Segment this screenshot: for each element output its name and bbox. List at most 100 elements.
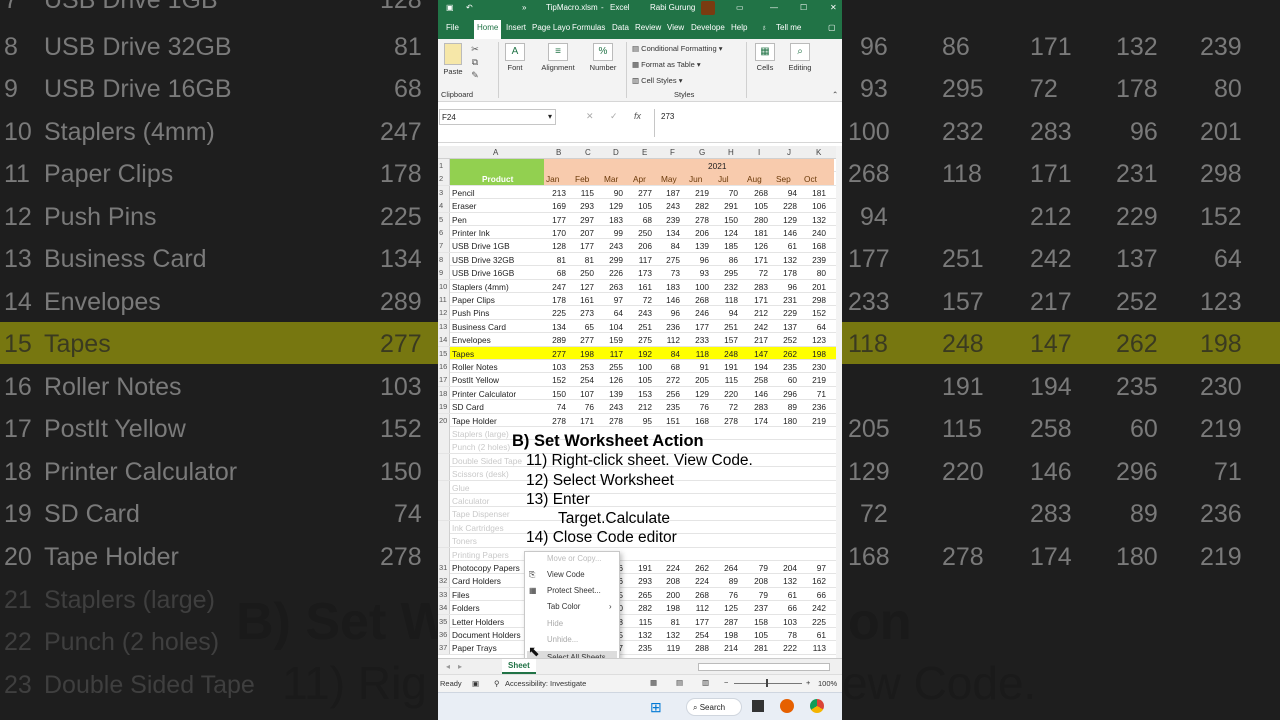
value-cell[interactable]: 256 xyxy=(656,389,680,399)
value-cell[interactable]: 208 xyxy=(744,576,768,586)
product-cell[interactable]: Document Holders xyxy=(452,630,521,640)
value-cell[interactable]: 61 xyxy=(802,630,826,640)
product-cell[interactable]: Eraser xyxy=(452,201,476,211)
value-cell[interactable]: 73 xyxy=(656,268,680,278)
row-number[interactable]: 36 xyxy=(438,628,450,641)
value-cell[interactable]: 222 xyxy=(773,643,797,653)
value-cell[interactable]: 296 xyxy=(773,389,797,399)
value-cell[interactable]: 242 xyxy=(802,603,826,613)
value-cell[interactable]: 74 xyxy=(542,402,566,412)
value-cell[interactable]: 235 xyxy=(773,362,797,372)
value-cell[interactable]: 212 xyxy=(744,308,768,318)
value-cell[interactable]: 243 xyxy=(599,241,623,251)
value-cell[interactable]: 293 xyxy=(628,576,652,586)
value-cell[interactable]: 206 xyxy=(685,228,709,238)
value-cell[interactable]: 117 xyxy=(628,255,652,265)
value-cell[interactable]: 150 xyxy=(714,215,738,225)
value-cell[interactable]: 214 xyxy=(714,643,738,653)
value-cell[interactable]: 243 xyxy=(599,402,623,412)
value-cell[interactable]: 64 xyxy=(599,308,623,318)
value-cell[interactable]: 273 xyxy=(570,308,594,318)
value-cell[interactable]: 278 xyxy=(599,416,623,426)
value-cell[interactable]: 95 xyxy=(628,416,652,426)
horizontal-scrollbar[interactable] xyxy=(698,663,830,671)
value-cell[interactable]: 171 xyxy=(570,416,594,426)
value-cell[interactable]: 228 xyxy=(773,201,797,211)
tab-insert[interactable]: Insert xyxy=(506,23,526,32)
value-cell[interactable]: 200 xyxy=(656,590,680,600)
value-cell[interactable]: 299 xyxy=(599,255,623,265)
value-cell[interactable]: 224 xyxy=(656,563,680,573)
value-cell[interactable]: 126 xyxy=(599,375,623,385)
value-cell[interactable]: 112 xyxy=(656,335,680,345)
value-cell[interactable]: 129 xyxy=(773,215,797,225)
menu-item-move-copy[interactable]: Move or Copy... xyxy=(547,554,601,563)
row-number[interactable]: 4 xyxy=(438,199,450,213)
product-cell[interactable]: Printer Ink xyxy=(452,228,490,238)
task-view-icon[interactable] xyxy=(752,700,764,712)
value-cell[interactable]: 162 xyxy=(802,576,826,586)
value-cell[interactable]: 61 xyxy=(773,590,797,600)
value-cell[interactable]: 183 xyxy=(599,215,623,225)
tell-me[interactable]: Tell me xyxy=(776,23,801,32)
value-cell[interactable]: 205 xyxy=(685,375,709,385)
product-cell[interactable]: Ink Cartridges xyxy=(452,523,504,533)
value-cell[interactable]: 177 xyxy=(685,617,709,627)
value-cell[interactable]: 68 xyxy=(542,268,566,278)
row-number[interactable]: 3 xyxy=(438,185,450,199)
value-cell[interactable]: 66 xyxy=(802,590,826,600)
maximize-icon[interactable]: ☐ xyxy=(800,3,807,12)
value-cell[interactable]: 253 xyxy=(570,362,594,372)
column-header[interactable]: B xyxy=(556,148,561,157)
vertical-scrollbar[interactable] xyxy=(836,146,842,658)
value-cell[interactable]: 282 xyxy=(685,201,709,211)
value-cell[interactable]: 248 xyxy=(714,349,738,359)
value-cell[interactable]: 277 xyxy=(628,188,652,198)
value-cell[interactable]: 161 xyxy=(628,282,652,292)
tab-review[interactable]: Review xyxy=(635,23,661,32)
minimize-icon[interactable]: — xyxy=(770,3,778,12)
value-cell[interactable]: 262 xyxy=(685,563,709,573)
row-number[interactable]: 16 xyxy=(438,360,450,373)
tab-page-layout[interactable]: Page Layo xyxy=(532,23,570,32)
value-cell[interactable]: 268 xyxy=(685,590,709,600)
value-cell[interactable]: 115 xyxy=(570,188,594,198)
page-layout-icon[interactable]: ▤ xyxy=(676,678,683,687)
value-cell[interactable]: 152 xyxy=(802,308,826,318)
product-cell[interactable]: Card Holders xyxy=(452,576,501,586)
value-cell[interactable]: 159 xyxy=(599,335,623,345)
value-cell[interactable]: 97 xyxy=(802,563,826,573)
value-cell[interactable]: 212 xyxy=(628,402,652,412)
row-number[interactable]: 33 xyxy=(438,587,450,601)
value-cell[interactable]: 181 xyxy=(802,188,826,198)
value-cell[interactable]: 185 xyxy=(714,241,738,251)
chevron-right-icon[interactable]: ▸ xyxy=(458,662,462,671)
product-cell[interactable]: USB Drive 32GB xyxy=(452,255,514,265)
value-cell[interactable]: 129 xyxy=(685,389,709,399)
value-cell[interactable]: 60 xyxy=(773,375,797,385)
value-cell[interactable]: 278 xyxy=(542,416,566,426)
value-cell[interactable]: 194 xyxy=(744,362,768,372)
comments-icon[interactable]: ▢ xyxy=(828,23,836,32)
sheet-tab[interactable]: Sheet xyxy=(502,659,536,674)
value-cell[interactable]: 208 xyxy=(656,576,680,586)
value-cell[interactable]: 76 xyxy=(570,402,594,412)
value-cell[interactable]: 275 xyxy=(656,255,680,265)
row-number[interactable]: 19 xyxy=(438,400,450,414)
value-cell[interactable]: 171 xyxy=(744,295,768,305)
user-avatar[interactable] xyxy=(701,1,715,15)
value-cell[interactable]: 282 xyxy=(628,603,652,613)
value-cell[interactable]: 201 xyxy=(802,282,826,292)
value-cell[interactable]: 231 xyxy=(773,295,797,305)
column-header[interactable]: F xyxy=(670,148,675,157)
product-cell[interactable]: Punch (2 holes) xyxy=(452,442,510,452)
tab-home[interactable]: Home xyxy=(474,20,502,39)
column-header[interactable]: H xyxy=(728,148,734,157)
value-cell[interactable]: 225 xyxy=(802,617,826,627)
value-cell[interactable]: 153 xyxy=(628,389,652,399)
menu-item-view-code[interactable]: View Code xyxy=(547,570,585,579)
value-cell[interactable]: 123 xyxy=(802,335,826,345)
value-cell[interactable]: 127 xyxy=(570,282,594,292)
value-cell[interactable]: 126 xyxy=(744,241,768,251)
value-cell[interactable]: 139 xyxy=(685,241,709,251)
